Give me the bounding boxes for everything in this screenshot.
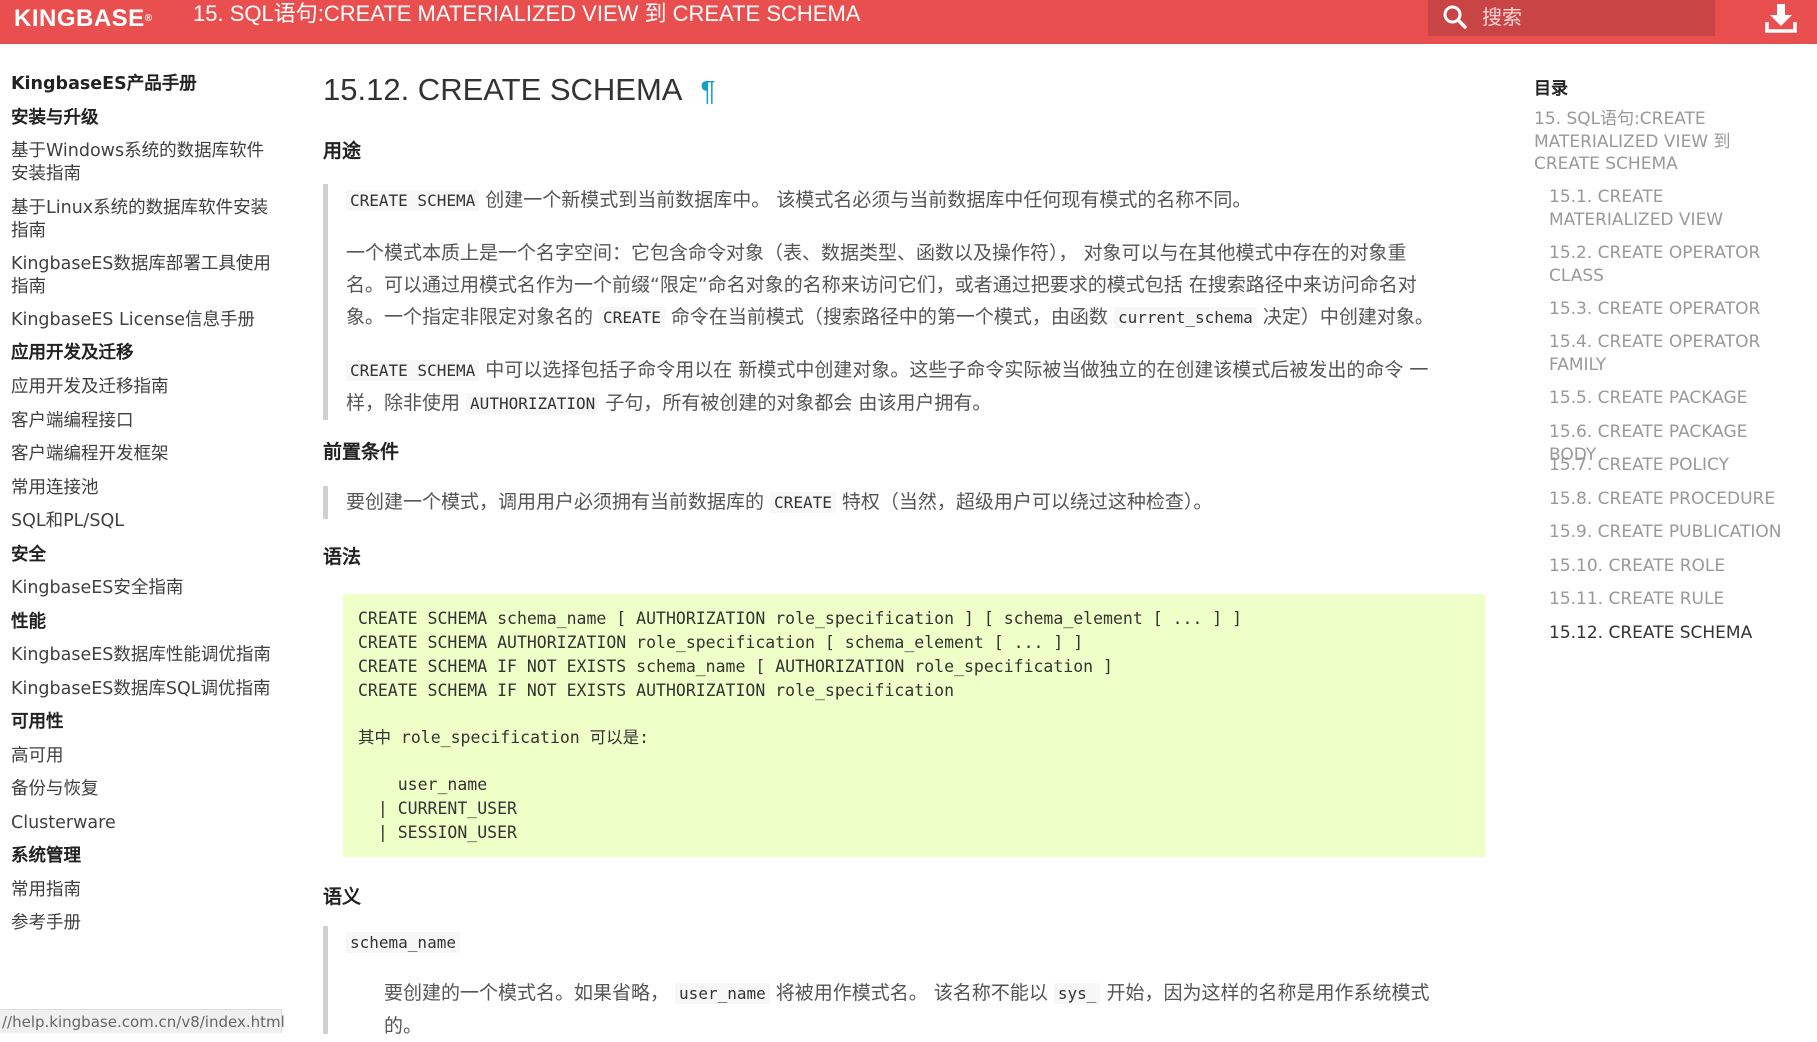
code-create-schema: CREATE SCHEMA	[346, 190, 480, 211]
sidebar-heading-install[interactable]: 安装与升级	[11, 107, 271, 130]
sidebar-item-ha[interactable]: 高可用	[11, 745, 271, 768]
sidebar-item-dev-guide[interactable]: 应用开发及迁移指南	[11, 376, 271, 399]
toc-title: 目录	[1534, 79, 1568, 99]
syntax-line: CREATE SCHEMA IF NOT EXISTS schema_name …	[358, 657, 1113, 676]
purpose-text-2c: 象。一个指定非限定对象名的	[346, 306, 600, 328]
toc-item-15-12[interactable]: 15.12. CREATE SCHEMA	[1549, 622, 1789, 645]
sidebar-item-windows-install[interactable]: 基于Windows系统的数据库软件安装指南	[11, 140, 271, 186]
syntax-line: | CURRENT_USER	[358, 799, 517, 818]
heading-purpose: 用途	[323, 140, 362, 162]
sidebar-heading-dev[interactable]: 应用开发及迁移	[11, 342, 271, 365]
toc-item-15-3[interactable]: 15.3. CREATE OPERATOR	[1549, 298, 1789, 321]
search-icon	[1443, 5, 1467, 29]
sidebar-item-sql-tuning[interactable]: KingbaseES数据库SQL调优指南	[11, 678, 271, 701]
sidebar-item-clusterware[interactable]: Clusterware	[11, 812, 271, 835]
syntax-line: user_name	[358, 775, 488, 794]
toc-item-15-7[interactable]: 15.7. CREATE POLICY	[1549, 454, 1789, 477]
code-authorization: AUTHORIZATION	[466, 393, 600, 414]
syntax-blank-line	[358, 703, 1470, 726]
syntax-line: | SESSION_USER	[358, 823, 517, 842]
semantics-text-b: 将被用作模式名。 该名称不能以	[769, 982, 1054, 1004]
search-box[interactable]	[1428, 0, 1715, 36]
sidebar-item-client-framework[interactable]: 客户端编程开发框架	[11, 443, 271, 466]
prereq-text-a: 要创建一个模式，调用用户必须拥有当前数据库的	[346, 491, 771, 513]
toc-item-15-2[interactable]: 15.2. CREATE OPERATOR CLASS	[1549, 242, 1789, 287]
heading-semantics: 语义	[323, 886, 362, 908]
purpose-block: CREATE SCHEMA 创建一个新模式到当前数据库中。 该模式名必须与当前数…	[323, 184, 1486, 420]
prereq-block: 要创建一个模式，调用用户必须拥有当前数据库的 CREATE 特权（当然，超级用户…	[323, 486, 1486, 519]
sidebar-heading-admin[interactable]: 系统管理	[11, 845, 271, 868]
toc-item-15-10[interactable]: 15.10. CREATE ROLE	[1549, 555, 1789, 578]
syntax-line: CREATE SCHEMA schema_name [ AUTHORIZATIO…	[358, 609, 1243, 628]
sidebar-item-client-api[interactable]: 客户端编程接口	[11, 410, 271, 433]
purpose-text-2a: 一个模式本质上是一个名字空间：它包含命令对象（表、数据类型、函数以及操作符）， …	[346, 242, 1407, 264]
syntax-line: CREATE SCHEMA IF NOT EXISTS AUTHORIZATIO…	[358, 681, 955, 700]
code-current-schema: current_schema	[1113, 307, 1257, 328]
purpose-text-3a: 中可以选择包括子命令用以在 新模式中创建对象。这些子命令实际被当做独立的在创建该…	[479, 359, 1429, 381]
semantics-block: schema_name 要创建的一个模式名。如果省略， user_name 将被…	[323, 926, 1486, 1034]
prereq-text-b: 特权（当然，超级用户可以绕过这种检查）。	[835, 491, 1213, 513]
sidebar-item-product-manual[interactable]: KingbaseES产品手册	[11, 73, 271, 96]
syntax-blank-line	[358, 750, 1470, 773]
sidebar-item-common-guide[interactable]: 常用指南	[11, 879, 271, 902]
toc-item-15-4[interactable]: 15.4. CREATE OPERATOR FAMILY	[1549, 331, 1789, 376]
toc-item-15-5[interactable]: 15.5. CREATE PACKAGE	[1549, 387, 1789, 410]
sidebar-item-deploy-tool[interactable]: KingbaseES数据库部署工具使用指南	[11, 253, 271, 299]
semantics-text-a: 要创建的一个模式名。如果省略，	[384, 982, 676, 1004]
semantics-text-d: 的。	[384, 1015, 423, 1034]
toc-item-15[interactable]: 15. SQL语句:CREATE MATERIALIZED VIEW 到 CRE…	[1534, 108, 1789, 176]
semantics-text-c: 开始，因为这样的名称是用作系统模式	[1100, 982, 1430, 1004]
toc-item-15-1[interactable]: 15.1. CREATE MATERIALIZED VIEW	[1549, 186, 1789, 231]
syntax-code: CREATE SCHEMA schema_name [ AUTHORIZATIO…	[358, 607, 1470, 845]
anchor-link[interactable]: ¶	[700, 75, 715, 106]
main-content: 15.12. CREATE SCHEMA ¶ 用途 CREATE SCHEMA 创…	[323, 44, 1486, 1034]
heading-prerequisites: 前置条件	[323, 441, 400, 463]
sidebar-item-security-guide[interactable]: KingbaseES安全指南	[11, 577, 271, 600]
sidebar-item-license[interactable]: KingbaseES License信息手册	[11, 309, 271, 332]
code-user-name: user_name	[675, 983, 770, 1004]
toc-item-15-8[interactable]: 15.8. CREATE PROCEDURE	[1549, 488, 1789, 511]
purpose-paragraph-1: CREATE SCHEMA 创建一个新模式到当前数据库中。 该模式名必须与当前数…	[346, 184, 1486, 217]
kingbase-logo[interactable]: KINGBASE®	[14, 4, 153, 34]
semantics-term: schema_name	[346, 926, 1486, 959]
top-bar: KINGBASE® 15. SQL语句:CREATE MATERIALIZED …	[0, 0, 1817, 44]
status-bar-url: //help.kingbase.com.cn/v8/index.html	[0, 1009, 285, 1033]
syntax-code-block[interactable]: CREATE SCHEMA schema_name [ AUTHORIZATIO…	[343, 594, 1485, 857]
semantics-description: 要创建的一个模式名。如果省略， user_name 将被用作模式名。 该名称不能…	[346, 977, 1486, 1034]
sidebar-item-linux-install[interactable]: 基于Linux系统的数据库软件安装指南	[11, 197, 271, 243]
purpose-text-3b: 样，除非使用	[346, 392, 467, 414]
page-section-title[interactable]: 15. SQL语句:CREATE MATERIALIZED VIEW 到 CRE…	[193, 0, 860, 30]
sidebar-heading-performance[interactable]: 性能	[11, 611, 271, 634]
toc-item-15-9[interactable]: 15.9. CREATE PUBLICATION	[1549, 521, 1789, 544]
heading-syntax: 语法	[323, 546, 362, 568]
purpose-text-2e: 决定）中创建对象。	[1256, 306, 1434, 328]
sidebar-item-perf-tuning[interactable]: KingbaseES数据库性能调优指南	[11, 644, 271, 667]
sidebar-heading-availability[interactable]: 可用性	[11, 711, 271, 734]
code-sys-prefix: sys_	[1053, 983, 1101, 1004]
purpose-text-2d: 命令在当前模式（搜索路径中的第一个模式，由函数	[664, 306, 1114, 328]
sidebar-item-connection-pool[interactable]: 常用连接池	[11, 477, 271, 500]
syntax-line: CREATE SCHEMA AUTHORIZATION role_specifi…	[358, 633, 1084, 652]
purpose-text-3c: 子句，所有被创建的对象都会 由该用户拥有。	[599, 392, 992, 414]
sidebar-heading-security[interactable]: 安全	[11, 544, 271, 567]
left-sidebar: KingbaseES产品手册 安装与升级 基于Windows系统的数据库软件安装…	[0, 44, 285, 1042]
code-create: CREATE	[599, 307, 665, 328]
page-title: 15.12. CREATE SCHEMA ¶	[323, 72, 716, 107]
code-schema-name: schema_name	[346, 932, 460, 953]
toc-item-15-11[interactable]: 15.11. CREATE RULE	[1549, 588, 1789, 611]
sidebar-item-backup[interactable]: 备份与恢复	[11, 778, 271, 801]
purpose-text-1: 创建一个新模式到当前数据库中。 该模式名必须与当前数据库中任何现有模式的名称不同…	[479, 189, 1252, 211]
search-input[interactable]	[1480, 3, 1704, 31]
download-icon[interactable]	[1764, 2, 1798, 34]
code-create-privilege: CREATE	[770, 492, 836, 513]
sidebar-item-reference[interactable]: 参考手册	[11, 912, 271, 935]
syntax-line: 其中 role_specification 可以是:	[358, 728, 650, 747]
sidebar-item-sql-plsql[interactable]: SQL和PL/SQL	[11, 510, 271, 533]
purpose-text-2b: 名。可以通过用模式名作为一个前缀“限定”命名对象的名称来访问它们，或者通过把要求…	[346, 274, 1417, 296]
purpose-paragraph-2: 一个模式本质上是一个名字空间：它包含命令对象（表、数据类型、函数以及操作符）， …	[346, 237, 1486, 334]
prereq-paragraph: 要创建一个模式，调用用户必须拥有当前数据库的 CREATE 特权（当然，超级用户…	[346, 486, 1486, 519]
purpose-paragraph-3: CREATE SCHEMA 中可以选择包括子命令用以在 新模式中创建对象。这些子…	[346, 354, 1486, 420]
code-create-schema-2: CREATE SCHEMA	[346, 360, 480, 381]
